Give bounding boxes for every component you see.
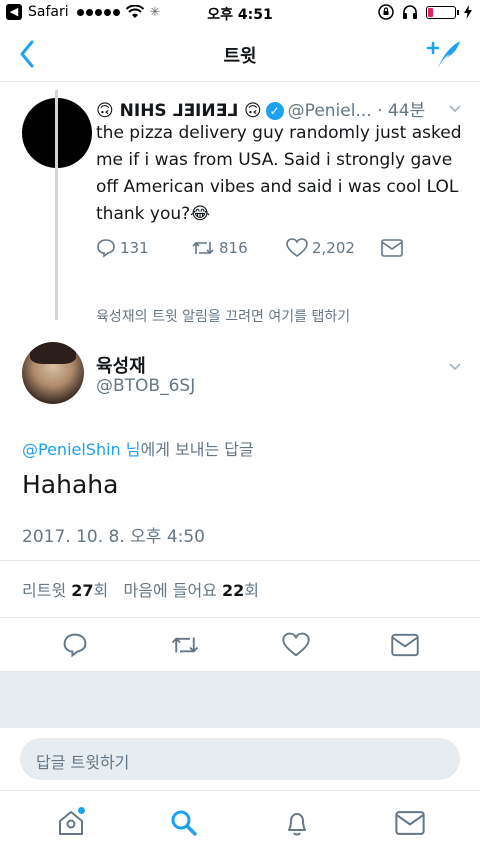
bell-icon bbox=[287, 812, 306, 835]
tweet-stats: 리트윗 27회 마음에 들어요 22회 bbox=[0, 560, 480, 618]
heart-icon[interactable] bbox=[282, 632, 310, 658]
envelope-icon[interactable] bbox=[391, 633, 419, 657]
charging-icon bbox=[464, 5, 472, 19]
envelope-icon bbox=[381, 239, 403, 257]
reply-author-handle[interactable]: @BTOB_6SJ bbox=[96, 376, 195, 396]
reply-icon bbox=[97, 239, 115, 258]
navigation-bar: 트윗 bbox=[0, 26, 480, 82]
reply-to-mention-link[interactable]: @PenielShin 님 bbox=[22, 440, 141, 459]
like-total: 22 bbox=[222, 581, 245, 600]
bottom-tab-bar bbox=[0, 790, 480, 854]
heart-icon bbox=[286, 238, 308, 257]
reply-to-suffix: 에게 보내는 답글 bbox=[140, 440, 254, 459]
retweet-total: 27 bbox=[71, 581, 94, 600]
compose-tweet-icon[interactable] bbox=[426, 38, 462, 70]
thread-connector-line bbox=[55, 90, 58, 320]
chevron-down-icon[interactable] bbox=[448, 360, 462, 374]
battery-icon bbox=[426, 5, 459, 19]
retweets-stat[interactable]: 리트윗 27회 bbox=[22, 581, 108, 600]
page-title: 트윗 bbox=[223, 46, 257, 67]
tweet-text: the pizza delivery guy randomly just ask… bbox=[96, 123, 462, 224]
author-handle-time: @Peniel... · 44분 bbox=[287, 101, 426, 121]
retweet-icon[interactable] bbox=[170, 632, 200, 658]
retweet-count: 816 bbox=[219, 239, 248, 257]
divider-band bbox=[0, 672, 480, 728]
like-button[interactable]: 2,202 bbox=[286, 238, 381, 258]
tab-home[interactable] bbox=[51, 803, 91, 843]
like-count: 2,202 bbox=[312, 239, 355, 257]
envelope-icon bbox=[394, 810, 425, 835]
tweet-actions: 131 816 2,202 bbox=[96, 238, 476, 258]
avatar[interactable] bbox=[22, 342, 84, 404]
replying-to-line: @PenielShin 님에게 보내는 답글 bbox=[22, 436, 254, 460]
tweet-action-bar bbox=[0, 618, 480, 672]
retweet-icon bbox=[192, 241, 214, 255]
reply-author-name[interactable]: 육성재 bbox=[96, 352, 146, 378]
original-tweet[interactable]: 🙃 NIHS ⅃ƎIИƎ⅃ 🙃 ✓ @Peniel... · 44분 the piz… bbox=[0, 82, 480, 282]
author-display-name[interactable]: 🙃 NIHS ⅃ƎIИƎ⅃ 🙃 bbox=[96, 101, 262, 121]
reply-composer: 답글 트윗하기 bbox=[0, 728, 480, 790]
orientation-lock-icon bbox=[378, 4, 394, 20]
status-bar: ◀ Safari ✳ 오후 4:51 bbox=[0, 0, 480, 26]
direct-message-button[interactable] bbox=[381, 238, 476, 258]
likes-stat[interactable]: 마음에 들어요 22회 bbox=[124, 581, 260, 600]
reply-tweet-text: Hahaha bbox=[22, 470, 119, 499]
tab-notifications[interactable] bbox=[277, 803, 317, 843]
mute-notifications-link[interactable]: 육성재의 트윗 알림을 끄려면 여기를 탭하기 bbox=[96, 306, 350, 326]
headphones-icon bbox=[403, 5, 417, 19]
tab-messages[interactable] bbox=[390, 803, 430, 843]
verified-badge-icon: ✓ bbox=[265, 102, 284, 120]
tweet-timestamp: 2017. 10. 8. 오후 4:50 bbox=[22, 527, 205, 547]
reply-button[interactable]: 131 bbox=[96, 238, 191, 258]
retweet-button[interactable]: 816 bbox=[191, 238, 286, 258]
search-icon bbox=[171, 810, 197, 836]
chevron-down-icon[interactable] bbox=[448, 102, 462, 116]
reply-icon[interactable] bbox=[61, 632, 89, 658]
new-items-dot bbox=[77, 806, 85, 814]
reply-count: 131 bbox=[120, 239, 149, 257]
tab-search[interactable] bbox=[164, 803, 204, 843]
reply-input[interactable]: 답글 트윗하기 bbox=[20, 738, 460, 780]
